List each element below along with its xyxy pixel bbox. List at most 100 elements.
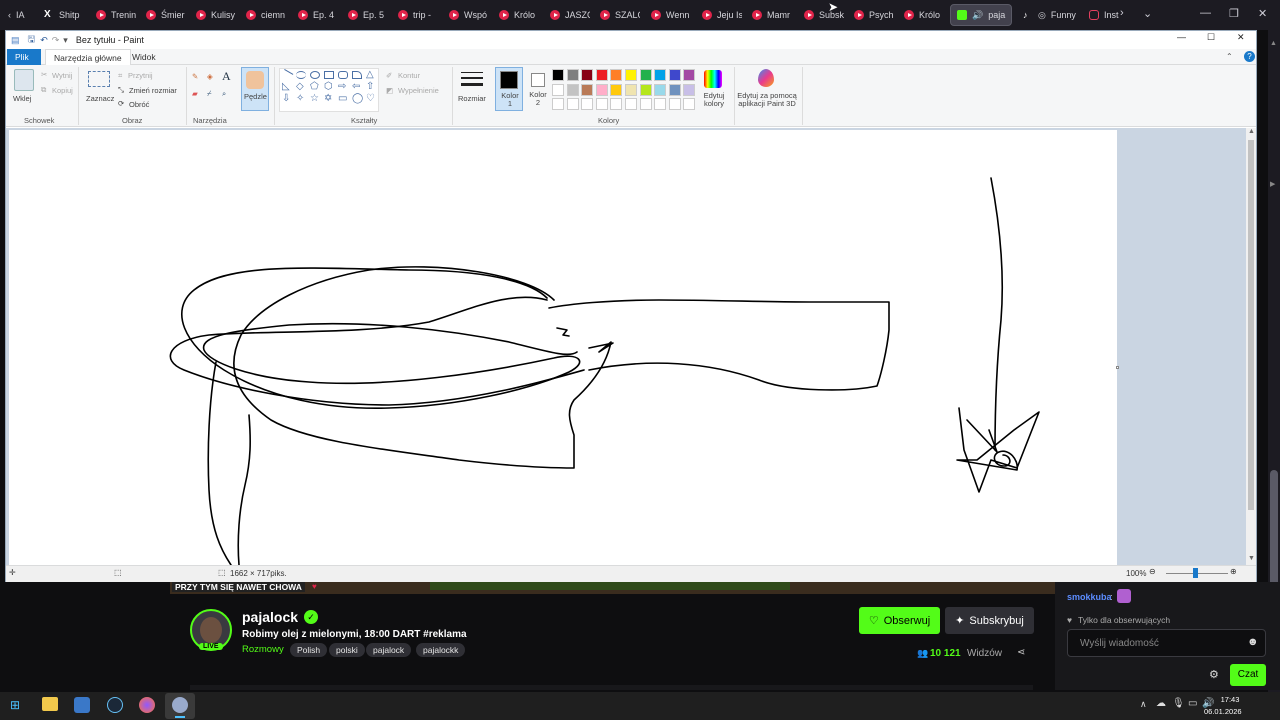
tab-list-chevron-icon[interactable]: ⌄	[1143, 7, 1152, 20]
share-icon[interactable]: ⋖	[1017, 647, 1025, 658]
browser-tab[interactable]: Królo	[493, 4, 539, 26]
cut-button[interactable]: Wytnij	[52, 71, 72, 80]
line-shape-icon[interactable]	[280, 69, 294, 81]
palette-swatch[interactable]	[639, 69, 652, 81]
palette-swatch[interactable]	[625, 69, 637, 81]
color1-button[interactable]: Kolor 1	[495, 67, 523, 111]
chat-username[interactable]: smokkuba	[1067, 592, 1112, 602]
zoom-slider-thumb[interactable]	[1193, 568, 1198, 578]
undo-icon[interactable]: ↶	[40, 35, 48, 46]
copy-button[interactable]: Kopiuj	[52, 86, 73, 95]
color2-button[interactable]: Kolor 2	[526, 67, 552, 111]
palette-swatch-empty[interactable]	[683, 98, 696, 110]
tag-pill[interactable]: pajalock	[366, 643, 412, 657]
paint3d-button[interactable]: Edytuj za pomocą aplikacji Paint 3D	[736, 68, 798, 112]
firefox-icon[interactable]	[139, 697, 155, 713]
pencil-icon[interactable]: ✎	[192, 72, 198, 81]
palette-swatch[interactable]	[581, 83, 594, 96]
browser-tab[interactable]: Ep. 5	[342, 4, 388, 26]
paint-taskbar-button[interactable]	[165, 693, 195, 719]
minimize-icon[interactable]: —	[1200, 7, 1211, 19]
chat-send-button[interactable]: Czat	[1230, 664, 1266, 686]
browser-tab[interactable]: Ep. 4	[292, 4, 338, 26]
remote-desktop-icon[interactable]	[74, 697, 90, 713]
quick-access-dropdown-icon[interactable]: ▾	[63, 35, 68, 46]
palette-swatch[interactable]	[610, 83, 623, 96]
drawing-canvas[interactable]	[9, 130, 1117, 565]
palette-swatch-empty[interactable]	[625, 98, 637, 110]
edit-colors-button[interactable]: Edytuj kolory	[699, 68, 731, 112]
palette-swatch[interactable]	[610, 69, 623, 81]
browser-tab[interactable]: ciemn	[240, 4, 286, 26]
restore-icon[interactable]: ❐	[1229, 7, 1239, 20]
palette-swatch[interactable]	[566, 83, 579, 96]
page-scroll-thumb[interactable]	[1270, 470, 1278, 590]
save-icon[interactable]: 🖫	[28, 32, 36, 48]
browser-tab[interactable]: Trenin	[90, 4, 136, 26]
heart-shape-icon[interactable]: ♡	[366, 93, 375, 104]
palette-swatch-empty[interactable]	[639, 98, 652, 110]
triangle-shape-icon[interactable]: △	[366, 69, 374, 80]
down-arrow-shape-icon[interactable]: ⇩	[282, 93, 290, 104]
clock-date[interactable]: 06.01.2026	[1204, 707, 1242, 716]
callout-rect-shape-icon[interactable]: ▭	[338, 93, 347, 104]
palette-swatch-empty[interactable]	[581, 98, 594, 110]
chat-settings-gear-icon[interactable]: ⚙	[1209, 668, 1219, 681]
browser-tab[interactable]: Śmier	[140, 4, 186, 26]
follow-button[interactable]: ♡ Obserwuj	[859, 607, 940, 634]
callout-oval-shape-icon[interactable]: ◯	[352, 93, 363, 104]
palette-swatch[interactable]	[654, 69, 667, 81]
steam-icon[interactable]	[107, 697, 123, 713]
browser-tab[interactable]: Kulisy	[190, 4, 236, 26]
browser-tab[interactable]: X Shitp	[38, 4, 84, 26]
windows-start-icon[interactable]: ⊞	[10, 698, 20, 712]
rounded-rectangle-shape-icon[interactable]	[338, 71, 348, 79]
browser-tab[interactable]: Jeju Is	[696, 4, 742, 26]
tab-scroll-right-icon[interactable]: ›	[1120, 7, 1124, 19]
file-explorer-icon[interactable]	[42, 697, 58, 711]
palette-swatch[interactable]	[639, 83, 652, 96]
browser-tab[interactable]: trip -	[392, 4, 438, 26]
resize-button[interactable]: Zmień rozmiar	[129, 86, 177, 95]
zoom-in-icon[interactable]: ⊕	[1230, 567, 1237, 576]
rectangle-shape-icon[interactable]	[324, 71, 334, 79]
scroll-thumb[interactable]	[1248, 140, 1254, 510]
stream-category[interactable]: Rozmowy	[242, 644, 284, 655]
palette-swatch-empty[interactable]	[566, 98, 579, 110]
palette-swatch[interactable]	[552, 83, 564, 96]
browser-tab[interactable]: Królo	[898, 4, 944, 26]
brushes-button[interactable]: Pędzle	[241, 67, 269, 111]
fill-dropdown[interactable]: Wypełnienie	[398, 86, 439, 95]
five-point-star-shape-icon[interactable]: ☆	[310, 93, 319, 104]
select-button[interactable]: Zaznacz	[86, 94, 114, 103]
scroll-up-icon[interactable]: ▲	[1248, 128, 1255, 135]
zoom-out-icon[interactable]: ⊖	[1149, 567, 1156, 576]
right-triangle-shape-icon[interactable]: ◺	[282, 81, 290, 92]
palette-swatch[interactable]	[683, 69, 696, 81]
text-icon[interactable]: A	[222, 69, 231, 84]
help-icon[interactable]: ?	[1244, 51, 1255, 62]
microphone-icon[interactable]: 🎙	[1172, 698, 1185, 709]
tab-home[interactable]: Narzędzia główne	[45, 49, 131, 65]
palette-swatch-empty[interactable]	[552, 98, 564, 110]
tag-pill[interactable]: Polish	[290, 643, 328, 657]
hexagon-shape-icon[interactable]: ⬡	[324, 81, 333, 92]
polygon-shape-icon[interactable]	[352, 71, 362, 79]
pentagon-shape-icon[interactable]: ⬠	[310, 81, 319, 92]
clock-time[interactable]: 17:43	[1214, 695, 1246, 704]
palette-swatch-empty[interactable]	[595, 98, 608, 110]
diamond-shape-icon[interactable]: ◇	[296, 81, 304, 92]
palette-swatch[interactable]	[668, 83, 681, 96]
browser-tab[interactable]: SZALC	[594, 4, 640, 26]
palette-swatch-empty[interactable]	[610, 98, 623, 110]
tag-pill[interactable]: pajalockk	[416, 643, 466, 657]
palette-swatch[interactable]	[595, 83, 608, 96]
network-cloud-icon[interactable]: ☁	[1156, 698, 1166, 709]
browser-tab[interactable]: JASZC	[544, 4, 590, 26]
menu-file[interactable]: Plik	[7, 49, 41, 65]
tray-overflow-icon[interactable]: ∧	[1140, 699, 1147, 710]
up-arrow-shape-icon[interactable]: ⇧	[366, 81, 374, 92]
browser-tab[interactable]: Mamr	[746, 4, 792, 26]
paint-minimize-icon[interactable]: —	[1177, 32, 1186, 42]
tab-scroll-left[interactable]: ‹ IA	[2, 4, 30, 26]
